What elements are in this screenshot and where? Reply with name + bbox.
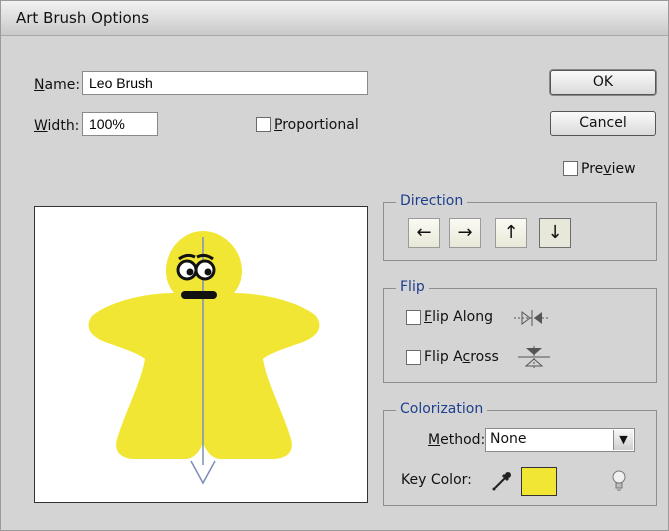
proportional-label[interactable]: Proportional <box>274 117 359 133</box>
arrow-left-icon: ← <box>416 222 432 243</box>
dialog-title: Art Brush Options <box>16 9 150 27</box>
direction-up-button[interactable]: ↑ <box>495 218 527 248</box>
cancel-button[interactable]: Cancel <box>550 111 656 136</box>
arrow-up-icon: ↑ <box>503 222 519 243</box>
lightbulb-tip-icon[interactable] <box>610 469 628 493</box>
flip-along-checkbox[interactable] <box>406 310 421 325</box>
brush-preview-panel <box>34 206 368 503</box>
flip-along-label[interactable]: Flip Along <box>424 309 493 325</box>
flip-title: Flip <box>396 279 429 295</box>
direction-right-button[interactable]: → <box>449 218 481 248</box>
colorization-title: Colorization <box>396 401 488 417</box>
flip-group: Flip Flip Along Flip Across <box>383 279 657 383</box>
method-selected-value: None <box>490 431 527 447</box>
key-color-label: Key Color: <box>401 472 472 488</box>
flip-across-checkbox[interactable] <box>406 350 421 365</box>
flip-across-label[interactable]: Flip Across <box>424 349 499 365</box>
key-color-swatch[interactable] <box>521 467 557 496</box>
meeple-figure-icon <box>88 231 320 485</box>
ok-button[interactable]: OK <box>549 69 657 96</box>
direction-group: Direction ← → ↑ ↓ <box>383 193 657 261</box>
direction-left-button[interactable]: ← <box>408 218 440 248</box>
flip-across-icon <box>518 346 550 368</box>
arrow-down-icon: ↓ <box>547 222 563 243</box>
proportional-checkbox[interactable] <box>256 117 271 132</box>
chevron-down-icon[interactable]: ▼ <box>613 430 633 450</box>
width-label: Width: <box>34 118 80 134</box>
eyedropper-icon[interactable] <box>491 470 513 492</box>
direction-title: Direction <box>396 193 468 209</box>
art-brush-options-dialog: Art Brush Options Name: Width: Proportio… <box>0 0 669 531</box>
method-label: Method: <box>428 432 486 448</box>
width-input[interactable] <box>82 112 158 136</box>
preview-checkbox[interactable] <box>563 161 578 176</box>
name-label: Name: <box>34 77 81 93</box>
arrow-right-icon: → <box>457 222 473 243</box>
colorization-group: Colorization Method: None ▼ Key Color: <box>383 401 657 506</box>
method-select[interactable]: None ▼ <box>485 428 635 452</box>
direction-down-button[interactable]: ↓ <box>539 218 571 248</box>
name-input[interactable] <box>82 71 368 95</box>
flip-along-icon <box>514 310 550 326</box>
title-bar: Art Brush Options <box>1 1 668 36</box>
preview-label[interactable]: Preview <box>581 161 636 177</box>
